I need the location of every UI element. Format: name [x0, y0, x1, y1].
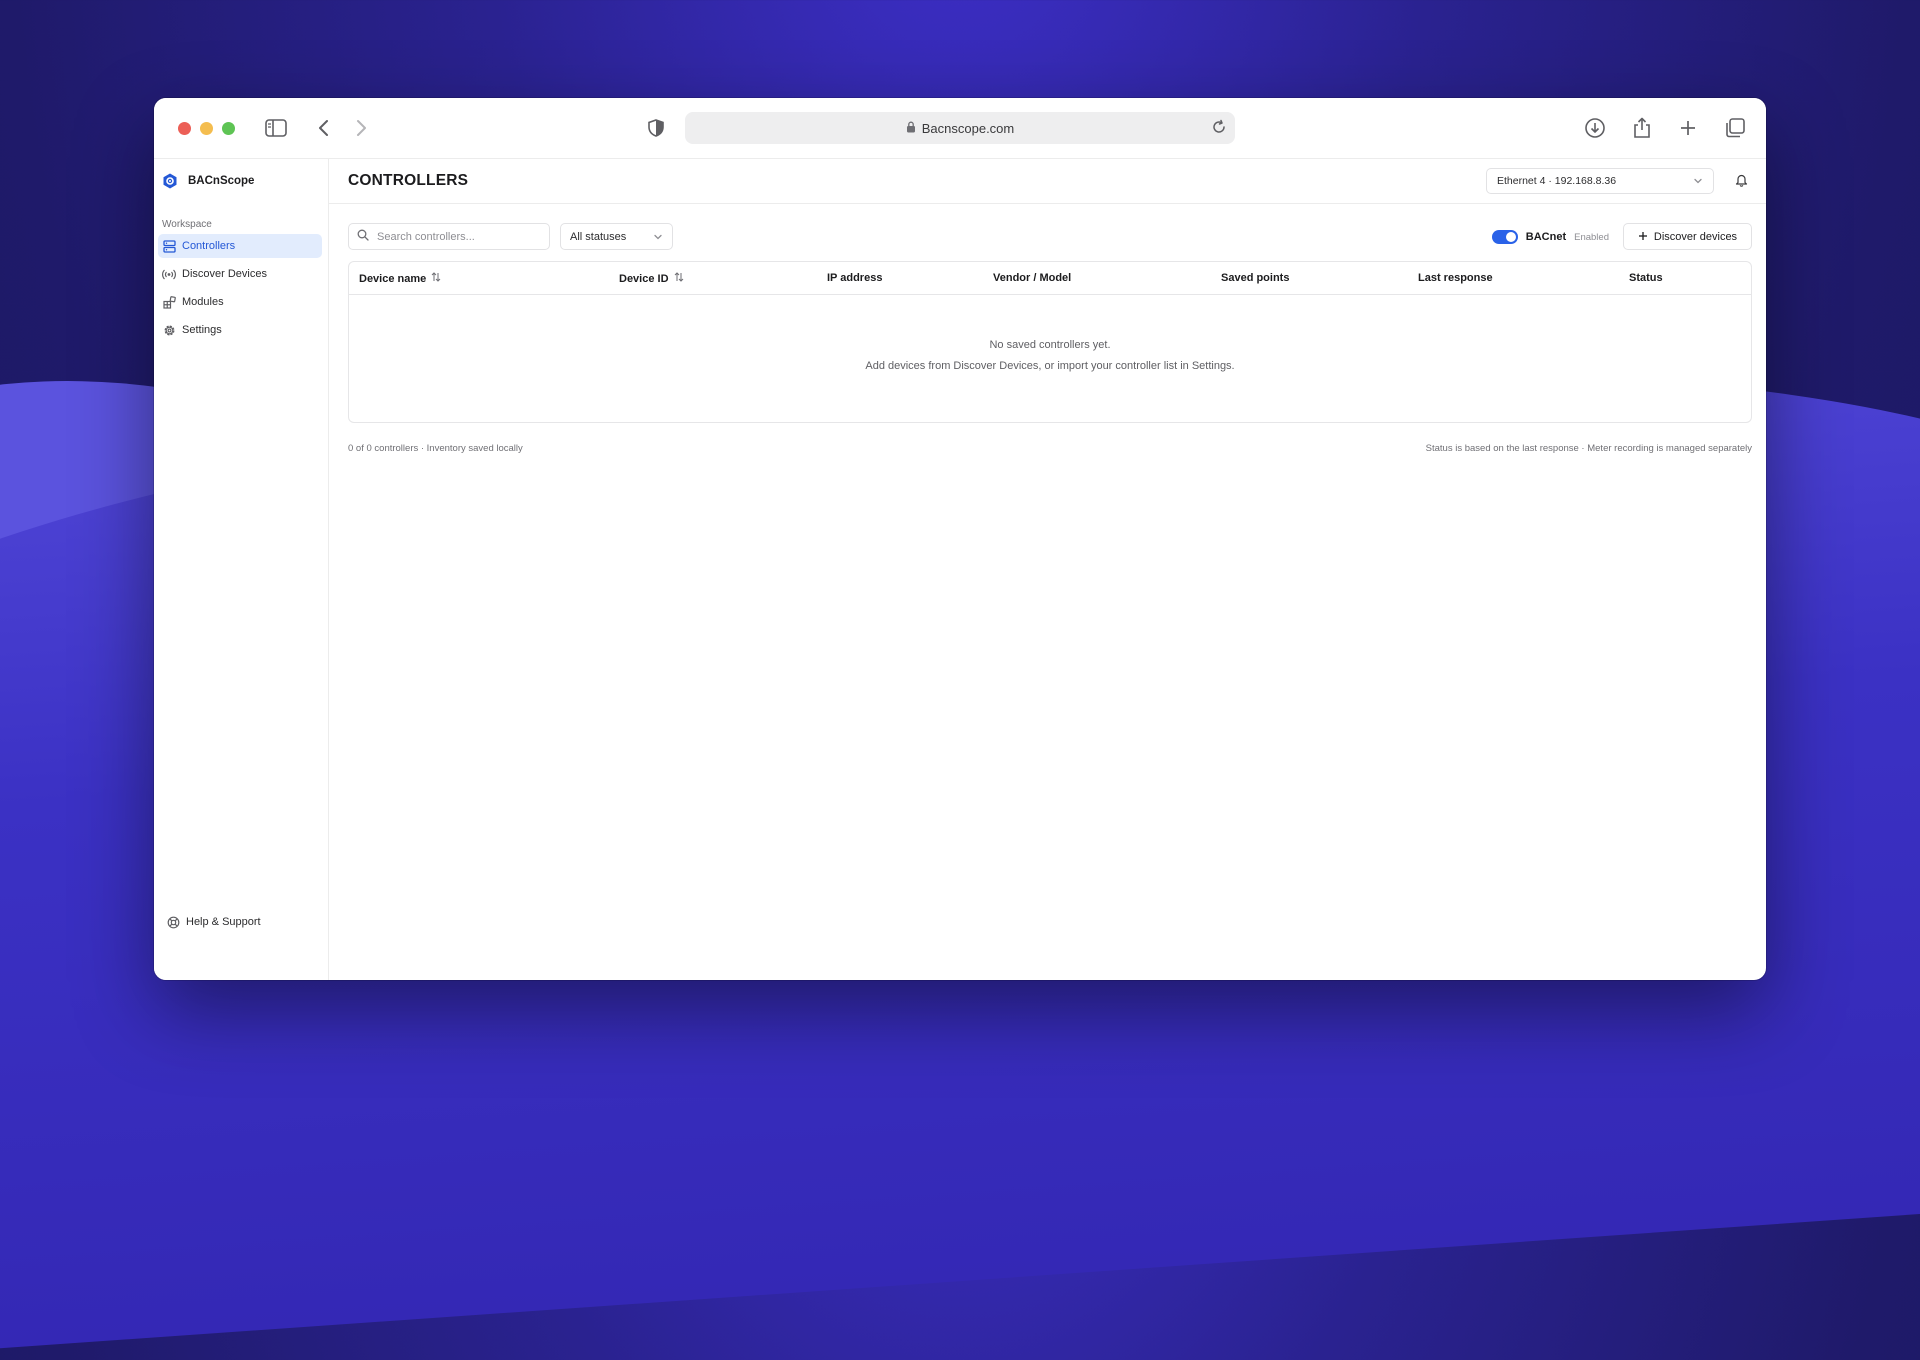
- browser-window: Bacnscope.com BACnScope Workspace Contro…: [154, 98, 1766, 980]
- address-bar[interactable]: Bacnscope.com: [685, 112, 1235, 144]
- broadcast-icon: [162, 267, 176, 281]
- sidebar-item-label: Discover Devices: [182, 268, 267, 280]
- page-title: CONTROLLERS: [348, 172, 469, 189]
- controllers-table: Device name Device ID IP address Vendor …: [348, 261, 1752, 423]
- lifebuoy-icon: [166, 915, 180, 929]
- filter-bar: All statuses BACnet Enabled Discover dev…: [329, 204, 1766, 260]
- server-stack-icon: [162, 239, 176, 253]
- sidebar-item-controllers[interactable]: Controllers: [158, 234, 322, 258]
- empty-state-hint: Add devices from Discover Devices, or im…: [865, 360, 1235, 372]
- sidebar-item-label: Settings: [182, 324, 222, 336]
- sort-icon: [674, 272, 684, 285]
- empty-state-title: No saved controllers yet.: [989, 339, 1111, 351]
- bacnet-state: Enabled: [1574, 231, 1609, 243]
- maximize-window-button[interactable]: [222, 121, 235, 135]
- bacnet-toggle-group: BACnet Enabled: [1491, 230, 1609, 244]
- column-header-device-name[interactable]: Device name: [359, 272, 441, 285]
- column-label: Status: [1629, 272, 1663, 284]
- share-icon[interactable]: [1630, 116, 1654, 140]
- brand-name: BACnScope: [188, 175, 255, 187]
- minimize-window-button[interactable]: [200, 121, 213, 135]
- close-window-button[interactable]: [178, 121, 191, 135]
- column-label: Device name: [359, 272, 427, 285]
- column-label: Last response: [1418, 272, 1493, 284]
- status-filter-select[interactable]: All statuses: [560, 223, 673, 250]
- download-icon[interactable]: [1583, 116, 1607, 140]
- help-and-support-link[interactable]: Help & Support: [162, 910, 316, 934]
- sidebar-item-modules[interactable]: Modules: [158, 290, 322, 314]
- column-header-last-response[interactable]: Last response: [1418, 272, 1493, 284]
- status-filter-value: All statuses: [570, 230, 627, 243]
- chevron-down-icon: [1693, 176, 1703, 189]
- empty-state: No saved controllers yet. Add devices fr…: [349, 339, 1751, 372]
- sidebar-item-label: Modules: [182, 296, 224, 308]
- bell-icon[interactable]: [1735, 173, 1748, 192]
- table-footer-count: 0 of 0 controllers · Inventory saved loc…: [348, 443, 523, 454]
- chevron-down-icon: [653, 232, 663, 245]
- sidebar-nav: Controllers Discover Devices Modules Set…: [154, 234, 328, 342]
- app-container: BACnScope Workspace Controllers Discover…: [154, 159, 1766, 980]
- column-header-device-id[interactable]: Device ID: [619, 272, 684, 285]
- column-label: Saved points: [1221, 272, 1290, 284]
- search-icon: [357, 229, 369, 244]
- search-box: [348, 223, 550, 250]
- plus-icon: [1638, 229, 1648, 244]
- blocks-icon: [162, 295, 176, 309]
- sort-icon: [431, 272, 441, 285]
- column-label: Device ID: [619, 272, 669, 285]
- search-input[interactable]: [375, 229, 539, 244]
- bacnet-toggle[interactable]: [1491, 230, 1518, 244]
- shield-icon[interactable]: [644, 116, 668, 140]
- network-interface-value: Ethernet 4 · 192.168.8.36: [1497, 175, 1617, 187]
- main-header: CONTROLLERS Ethernet 4 · 192.168.8.36: [329, 159, 1766, 204]
- new-tab-icon[interactable]: [1676, 116, 1700, 140]
- sidebar-item-label: Controllers: [182, 240, 236, 252]
- table-header: Device name Device ID IP address Vendor …: [349, 262, 1751, 295]
- network-interface-select[interactable]: Ethernet 4 · 192.168.8.36: [1486, 168, 1714, 194]
- lock-icon: [906, 121, 916, 136]
- column-header-vendor-model[interactable]: Vendor / Model: [993, 272, 1071, 284]
- sidebar-item-discover-devices[interactable]: Discover Devices: [158, 262, 322, 286]
- discover-devices-label: Discover devices: [1653, 230, 1738, 243]
- help-label: Help & Support: [186, 916, 261, 928]
- brand[interactable]: BACnScope: [154, 159, 328, 203]
- hexagon-gear-logo-icon: [162, 173, 178, 189]
- column-label: IP address: [827, 272, 883, 284]
- bacnet-label: BACnet: [1525, 231, 1567, 243]
- back-icon[interactable]: [312, 116, 336, 140]
- sidebar-toggle-icon[interactable]: [264, 116, 288, 140]
- url-text: Bacnscope.com: [921, 120, 1015, 136]
- column-header-saved-points[interactable]: Saved points: [1221, 272, 1289, 284]
- tab-overview-icon[interactable]: [1723, 116, 1747, 140]
- column-header-status[interactable]: Status: [1629, 272, 1663, 284]
- section-label: Workspace: [162, 219, 212, 230]
- reload-icon[interactable]: [1211, 119, 1227, 138]
- window-controls: [178, 121, 235, 135]
- column-header-ip-address[interactable]: IP address: [827, 272, 882, 284]
- table-footer-note: Status is based on the last response · M…: [1425, 443, 1752, 454]
- browser-toolbar: Bacnscope.com: [154, 98, 1766, 159]
- main-content: CONTROLLERS Ethernet 4 · 192.168.8.36 Se…: [329, 159, 1766, 980]
- forward-icon[interactable]: [349, 116, 373, 140]
- discover-devices-button[interactable]: Discover devices: [1623, 223, 1752, 250]
- sidebar: BACnScope Workspace Controllers Discover…: [154, 159, 329, 980]
- gear-icon: [162, 323, 176, 337]
- sidebar-item-settings[interactable]: Settings: [158, 318, 322, 342]
- column-label: Vendor / Model: [993, 272, 1072, 284]
